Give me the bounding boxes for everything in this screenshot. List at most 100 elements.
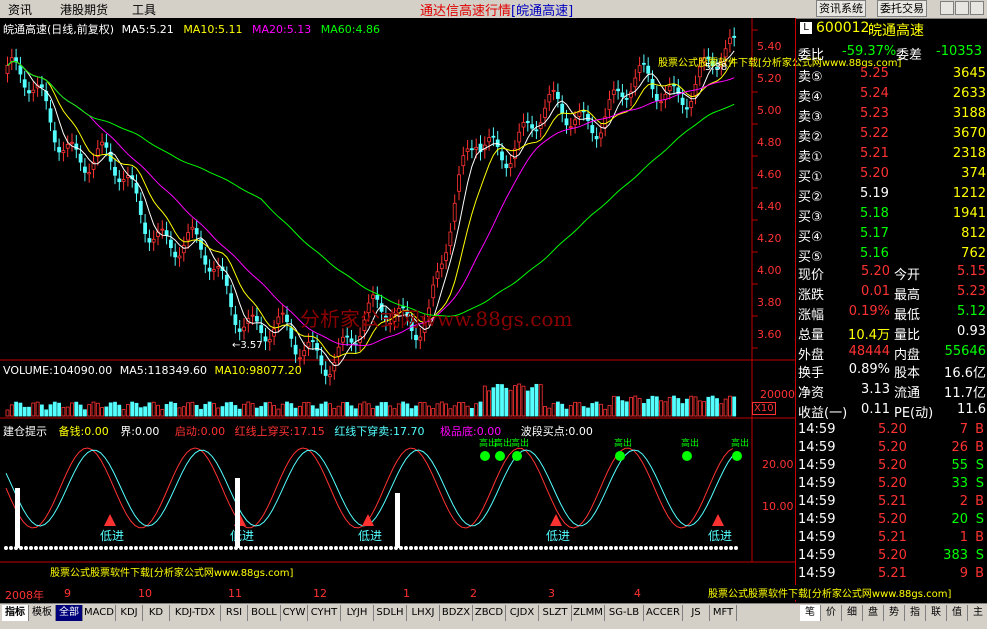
tab-cjdx[interactable]: CJDX <box>506 605 539 621</box>
tick-direction: S <box>975 476 984 491</box>
close-icon[interactable] <box>970 1 984 15</box>
baseline-dot <box>719 546 723 550</box>
stat-row: 总量 10.4万 量比 0.93 <box>796 324 987 343</box>
tab-cyw[interactable]: CYW <box>281 605 308 621</box>
volume-scale-badge[interactable]: X10 <box>752 402 776 415</box>
candle-body <box>267 339 272 343</box>
volume-bar <box>521 385 526 417</box>
high-exit-label: 高出 <box>731 437 749 449</box>
tab-boll[interactable]: BOLL <box>248 605 281 621</box>
book-level-label: 卖⑤ <box>798 70 823 85</box>
chart-area[interactable]: 低进 低进 低进 低进 低进 高出 高出 高出 高出 高出 高出 皖通高速(日线,前复权) MA5:… <box>0 18 901 602</box>
baseline-dot <box>34 546 38 550</box>
volume-bar <box>405 403 410 417</box>
volume-bar <box>426 405 431 417</box>
menu-news[interactable]: 资讯 <box>8 1 32 18</box>
tab-cyht[interactable]: CYHT <box>308 605 341 621</box>
candle-body <box>323 369 328 376</box>
volume-bar <box>478 401 483 417</box>
volume-bar <box>186 402 191 417</box>
candle-body <box>543 107 547 118</box>
tab-js[interactable]: JS <box>683 605 710 621</box>
ad-banner-right[interactable]: 股票公式股票软件下载[分析家公式网www.88gs.com] <box>708 585 952 600</box>
stat-value: 0.11 <box>861 402 890 417</box>
ask-row[interactable]: 卖③ 5.23 3188 <box>796 106 987 125</box>
baseline-dot <box>729 546 733 550</box>
volume-bar <box>130 401 135 417</box>
tab-mft[interactable]: MFT <box>710 605 737 621</box>
right-tab[interactable]: 主 <box>968 605 987 621</box>
trade-button[interactable]: 委托交易 <box>877 0 927 17</box>
right-tab[interactable]: 盘 <box>863 605 884 621</box>
right-tab[interactable]: 价 <box>821 605 842 621</box>
book-level-label: 买④ <box>798 230 823 245</box>
tab-指标[interactable]: 指标 <box>2 605 29 621</box>
volume-bar <box>525 390 530 417</box>
right-tab[interactable]: 指 <box>905 605 926 621</box>
tab-kdj[interactable]: KDJ <box>116 605 143 621</box>
tick-time: 14:59 <box>798 566 836 581</box>
volume-bar <box>203 403 208 417</box>
menu-tools[interactable]: 工具 <box>132 1 156 18</box>
right-tab[interactable]: 值 <box>947 605 968 621</box>
candle-body <box>599 132 603 139</box>
volume-bar <box>366 403 371 417</box>
tab-sg-lb[interactable]: SG-LB <box>605 605 644 621</box>
volume-bar <box>667 396 672 417</box>
tick-time: 14:59 <box>798 512 836 527</box>
tab-slzt[interactable]: SLZT <box>539 605 572 621</box>
tick-volume: 9 <box>959 566 968 581</box>
candle-body <box>444 252 449 261</box>
tab-kdj-tdx[interactable]: KDJ-TDX <box>170 605 221 621</box>
candle-body <box>164 230 169 236</box>
bid-row[interactable]: 买② 5.19 1212 <box>796 186 987 205</box>
bid-row[interactable]: 买③ 5.18 1941 <box>796 206 987 225</box>
stat-label-2: 今开 <box>894 268 921 283</box>
right-tab[interactable]: 势 <box>884 605 905 621</box>
bid-row[interactable]: 买⑤ 5.16 762 <box>796 246 987 265</box>
tab-bdzx[interactable]: BDZX <box>440 605 473 621</box>
tab-lhxj[interactable]: LHXJ <box>407 605 440 621</box>
low-entry-label: 低进 <box>358 529 382 543</box>
volume-bar <box>646 398 651 417</box>
ask-row[interactable]: 卖⑤ 5.25 3645 <box>796 66 987 85</box>
volume-bar <box>22 406 27 417</box>
tab-模板[interactable]: 模板 <box>29 605 56 621</box>
ask-row[interactable]: 卖② 5.22 3670 <box>796 126 987 145</box>
tab-zlmm[interactable]: ZLMM <box>572 605 605 621</box>
ask-row[interactable]: 卖④ 5.24 2633 <box>796 86 987 105</box>
baseline-dot <box>609 546 613 550</box>
candle-body <box>242 326 246 332</box>
baseline-dot <box>229 546 233 550</box>
candle-body <box>431 284 436 299</box>
right-tab[interactable]: 笔 <box>800 605 821 621</box>
tab-sdlh[interactable]: SDLH <box>374 605 407 621</box>
volume-bar <box>439 401 444 417</box>
right-tab[interactable]: 联 <box>926 605 947 621</box>
bid-row[interactable]: 买④ 5.17 812 <box>796 226 987 245</box>
tab-全部[interactable]: 全部 <box>56 605 83 621</box>
news-system-button[interactable]: 资讯系统 <box>816 0 866 17</box>
tab-macd[interactable]: MACD <box>83 605 116 621</box>
ask-row[interactable]: 卖① 5.21 2318 <box>796 146 987 165</box>
minimize-icon[interactable] <box>940 1 954 15</box>
baseline-dot <box>79 546 83 550</box>
candle-body <box>637 65 642 73</box>
candle-body <box>646 65 651 74</box>
menu-hk-futures[interactable]: 港股期货 <box>60 1 108 18</box>
high-exit-marker-icon <box>732 451 742 461</box>
volume-bar <box>65 406 70 417</box>
tab-accer[interactable]: ACCER <box>644 605 683 621</box>
candle-body <box>551 89 556 92</box>
tab-rsi[interactable]: RSI <box>221 605 248 621</box>
watermark: 分析家公式网www.88gs.com <box>300 307 573 331</box>
right-tab[interactable]: 细 <box>842 605 863 621</box>
baseline-dot <box>389 546 393 550</box>
baseline-dot <box>304 546 308 550</box>
maximize-icon[interactable] <box>955 1 969 15</box>
ad-banner-bottom[interactable]: 股票公式股票软件下载[分析家公式网www.88gs.com] <box>50 564 293 579</box>
bid-row[interactable]: 买① 5.20 374 <box>796 166 987 185</box>
tab-kd[interactable]: KD <box>143 605 170 621</box>
tab-zbcd[interactable]: ZBCD <box>473 605 506 621</box>
tab-lyjh[interactable]: LYJH <box>341 605 374 621</box>
